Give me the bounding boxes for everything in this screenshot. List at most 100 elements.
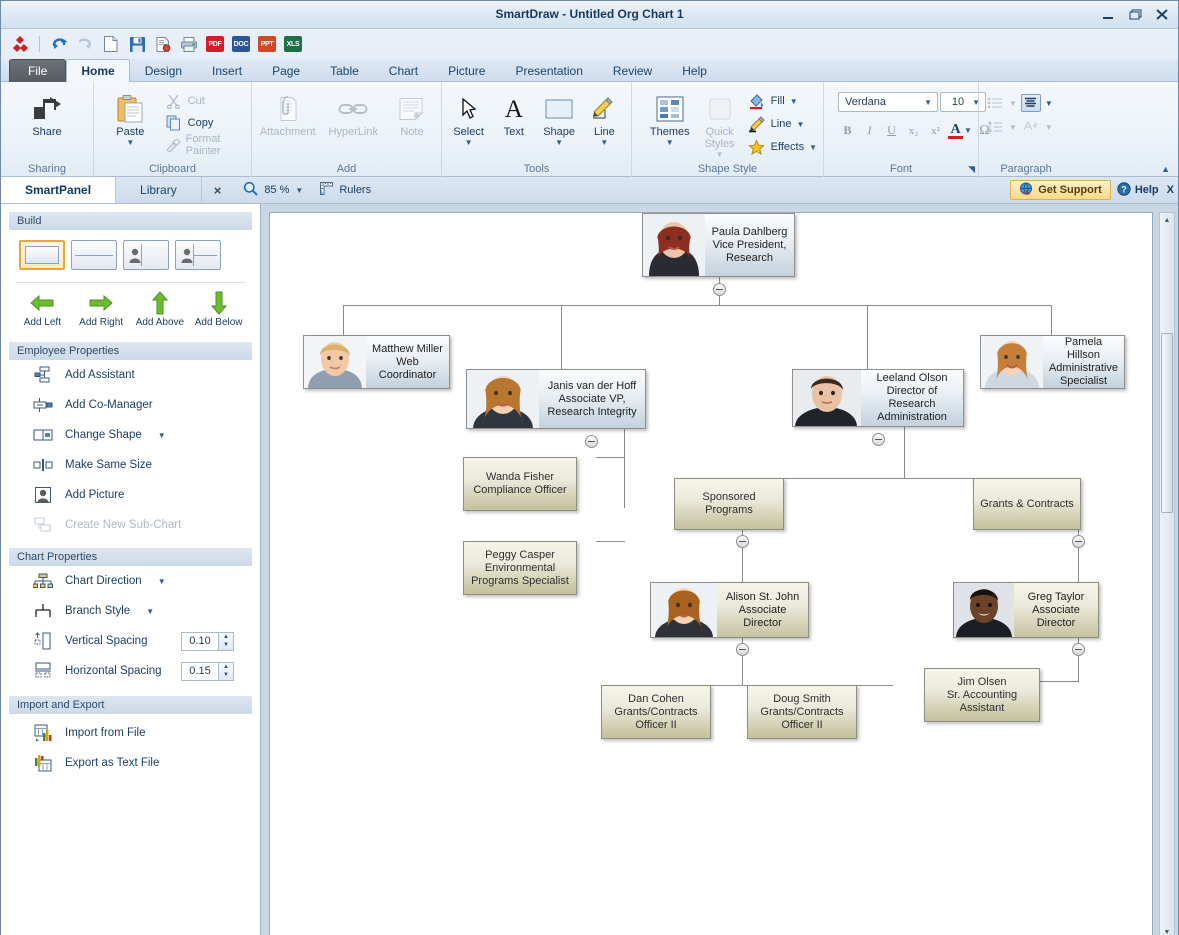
vertical-spacing-value[interactable]: 0.10	[181, 631, 219, 651]
chevron-down-icon[interactable]: ▼	[790, 97, 798, 106]
undo-icon[interactable]	[48, 33, 70, 55]
tab-help[interactable]: Help	[667, 59, 722, 82]
org-node-dan-cohen[interactable]: Dan Cohen Grants/Contracts Officer II	[601, 685, 711, 739]
spinner-up-icon[interactable]: ▲	[219, 633, 233, 642]
new-document-icon[interactable]	[100, 33, 122, 55]
shape-option-split-horizontal[interactable]	[71, 240, 117, 270]
chevron-down-icon[interactable]: ▼	[465, 139, 473, 147]
help-button[interactable]: ? Help X	[1117, 181, 1174, 199]
collapse-button-alison[interactable]	[736, 643, 749, 656]
chevron-down-icon[interactable]: ▼	[158, 577, 166, 586]
tab-page[interactable]: Page	[257, 59, 315, 82]
shape-option-plain[interactable]	[19, 240, 65, 270]
horizontal-spacing-stepper[interactable]: 0.15 ▲ ▼	[181, 661, 234, 681]
panel-close-icon[interactable]: ×	[202, 177, 234, 203]
shape-tool-button[interactable]: Shape ▼	[539, 88, 580, 147]
collapse-button-sponsored[interactable]	[736, 535, 749, 548]
sidebar-item-export-as-text-file[interactable]: Export as Text File	[1, 748, 260, 778]
org-node-grants-contracts[interactable]: Grants & Contracts	[973, 478, 1081, 530]
shape-option-photo-left-split[interactable]	[175, 240, 221, 270]
subscript-button[interactable]: x₂	[904, 121, 923, 140]
tab-insert[interactable]: Insert	[197, 59, 257, 82]
org-node-doug-smith[interactable]: Doug Smith Grants/Contracts Officer II	[747, 685, 857, 739]
restore-icon[interactable]	[1125, 6, 1145, 23]
org-node-peggy-casper[interactable]: Peggy Casper Environmental Programs Spec…	[463, 541, 577, 595]
sidebar-item-add-picture[interactable]: Add Picture	[1, 480, 260, 510]
chevron-down-icon[interactable]: ▼	[964, 127, 972, 135]
scroll-up-icon[interactable]: ▲	[1160, 213, 1174, 227]
print-preview-icon[interactable]	[152, 33, 174, 55]
sidebar-item-add-co-manager[interactable]: Add Co-Manager	[1, 390, 260, 420]
chevron-down-icon[interactable]: ▼	[126, 139, 134, 147]
tab-file[interactable]: File	[9, 59, 67, 82]
tab-library[interactable]: Library	[116, 177, 202, 203]
sidebar-item-horizontal-spacing[interactable]: Horizontal Spacing 0.15 ▲ ▼	[1, 656, 260, 686]
chevron-down-icon[interactable]: ▼	[295, 186, 303, 195]
add-above-button[interactable]: Add Above	[131, 291, 190, 328]
fill-button[interactable]: Fill ▼	[748, 90, 817, 112]
collapse-button-paula[interactable]	[713, 283, 726, 296]
sidebar-item-change-shape[interactable]: Change Shape ▼	[1, 420, 260, 450]
collapse-button-leeland[interactable]	[872, 433, 885, 446]
superscript-button[interactable]: x²	[926, 121, 945, 140]
bold-button[interactable]: B	[838, 121, 857, 140]
scroll-down-icon[interactable]: ▼	[1160, 925, 1174, 935]
org-node-pamela-hillson[interactable]: Pamela Hillson Administrative Specialist	[980, 335, 1125, 389]
chevron-down-icon[interactable]: ▼	[158, 431, 166, 440]
vertical-spacing-stepper[interactable]: 0.10 ▲ ▼	[181, 631, 234, 651]
org-node-alison-st-john[interactable]: Alison St. John Associate Director	[650, 582, 809, 638]
export-pdf-icon[interactable]: PDF	[204, 33, 226, 55]
org-node-janis-van-der-hoff[interactable]: Janis van der Hoff Associate VP, Researc…	[466, 369, 646, 429]
print-icon[interactable]	[178, 33, 200, 55]
ribbon-collapse-button[interactable]: ▲	[1161, 164, 1170, 174]
canvas-vertical-scrollbar[interactable]: ▲ ▼	[1159, 212, 1175, 935]
text-tool-button[interactable]: A Text	[493, 88, 534, 139]
chevron-down-icon[interactable]: ▼	[555, 139, 563, 147]
align-button[interactable]	[1020, 94, 1041, 112]
italic-button[interactable]: I	[860, 121, 879, 140]
sidebar-item-vertical-spacing[interactable]: Vertical Spacing 0.10 ▲ ▼	[1, 626, 260, 656]
font-family-select[interactable]: Verdana ▼	[838, 92, 938, 112]
chevron-down-icon[interactable]: ▼	[921, 98, 935, 107]
sidebar-item-add-assistant[interactable]: Add Assistant	[1, 360, 260, 390]
tab-picture[interactable]: Picture	[433, 59, 500, 82]
sidebar-item-branch-style[interactable]: Branch Style ▼	[1, 596, 260, 626]
line-style-button[interactable]: Line ▼	[748, 113, 817, 135]
help-close-icon[interactable]: X	[1163, 184, 1174, 196]
shape-option-photo-left[interactable]	[123, 240, 169, 270]
smartdraw-logo-icon[interactable]	[9, 33, 31, 55]
minimize-icon[interactable]	[1098, 6, 1118, 23]
tab-presentation[interactable]: Presentation	[500, 59, 597, 82]
org-node-sponsored-programs[interactable]: Sponsored Programs	[674, 478, 784, 530]
org-node-leeland-olson[interactable]: Leeland Olson Director of Research Admin…	[792, 369, 964, 427]
spinner-buttons[interactable]: ▲ ▼	[219, 661, 234, 681]
get-support-button[interactable]: Get Support	[1010, 180, 1111, 200]
tab-table[interactable]: Table	[315, 59, 374, 82]
spinner-up-icon[interactable]: ▲	[219, 663, 233, 672]
themes-button[interactable]: Themes ▼	[648, 88, 692, 147]
copy-button[interactable]: Copy	[165, 112, 245, 134]
collapse-button-janis[interactable]	[585, 435, 598, 448]
zoom-control[interactable]: 85 % ▼	[233, 177, 303, 203]
underline-button[interactable]: U	[882, 121, 901, 140]
font-color-button[interactable]: A	[948, 122, 963, 139]
paste-button[interactable]: Paste ▼	[106, 88, 155, 147]
collapse-button-greg[interactable]	[1072, 643, 1085, 656]
select-tool-button[interactable]: Select ▼	[448, 88, 489, 147]
org-chart-canvas[interactable]: Paula Dahlberg Vice President, Research	[269, 212, 1153, 935]
org-node-jim-olsen[interactable]: Jim Olsen Sr. Accounting Assistant	[924, 668, 1040, 722]
save-icon[interactable]	[126, 33, 148, 55]
horizontal-spacing-value[interactable]: 0.15	[181, 661, 219, 681]
spinner-down-icon[interactable]: ▼	[219, 641, 233, 650]
scrollbar-thumb[interactable]	[1161, 333, 1173, 513]
rulers-toggle[interactable]: Rulers	[303, 177, 371, 203]
spinner-buttons[interactable]: ▲ ▼	[219, 631, 234, 651]
line-tool-button[interactable]: Line ▼	[584, 88, 625, 147]
chevron-down-icon[interactable]: ▼	[146, 607, 154, 616]
add-left-button[interactable]: Add Left	[13, 291, 72, 328]
export-doc-icon[interactable]: DOC	[230, 33, 252, 55]
org-node-greg-taylor[interactable]: Greg Taylor Associate Director	[953, 582, 1099, 638]
tab-home[interactable]: Home	[66, 59, 130, 82]
chevron-down-icon[interactable]: ▼	[600, 139, 608, 147]
spinner-down-icon[interactable]: ▼	[219, 671, 233, 680]
